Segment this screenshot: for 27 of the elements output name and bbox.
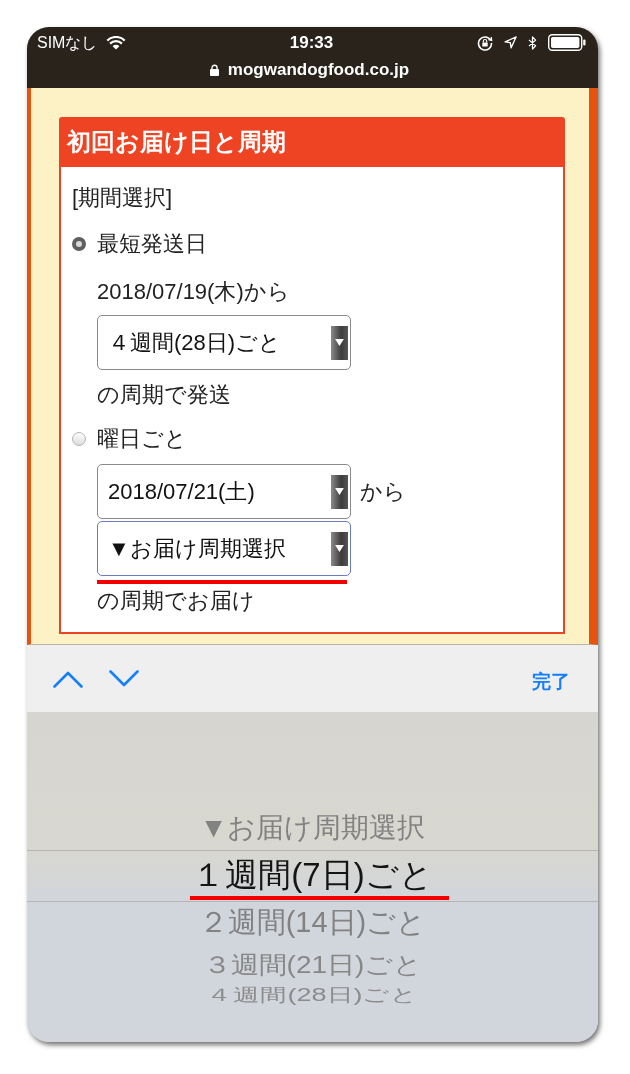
clock-time: 19:33 [289, 32, 334, 53]
lock-icon [209, 64, 219, 76]
location-arrow-icon [504, 36, 517, 49]
previous-field-button[interactable] [53, 669, 83, 688]
option-label[interactable]: 曜日ごと [97, 422, 187, 456]
suffix-text: から [360, 477, 406, 506]
chevron-down-icon [109, 669, 139, 688]
card-title: 初回お届け日と周期 [59, 117, 565, 167]
wifi-icon [106, 35, 127, 50]
carrier-text: SIMなし [37, 32, 98, 53]
orientation-lock-icon [477, 34, 493, 51]
section-label: [期間選択] [72, 184, 173, 212]
next-field-button[interactable] [109, 669, 139, 688]
option-text: 2018/07/19(木)から [97, 278, 290, 306]
url-text[interactable]: mogwandogfood.co.jp [227, 59, 410, 81]
picker-option[interactable]: １週間(7日)ごと [192, 851, 433, 899]
dropdown-select[interactable]: ▼お届け周期選択 [97, 521, 351, 576]
radio-button[interactable] [72, 432, 86, 446]
battery-icon [548, 34, 586, 51]
chevron-up-icon [53, 669, 83, 688]
dropdown-select[interactable]: ４週間(28日)ごと [97, 315, 351, 370]
option-text: の周期で発送 [97, 381, 231, 409]
option-label[interactable]: 最短発送日 [97, 227, 207, 261]
dropdown-select[interactable]: 2018/07/21(土) [97, 464, 351, 519]
bluetooth-icon [528, 34, 537, 51]
radio-button[interactable] [72, 237, 86, 251]
option-text: の周期でお届け [97, 587, 255, 615]
